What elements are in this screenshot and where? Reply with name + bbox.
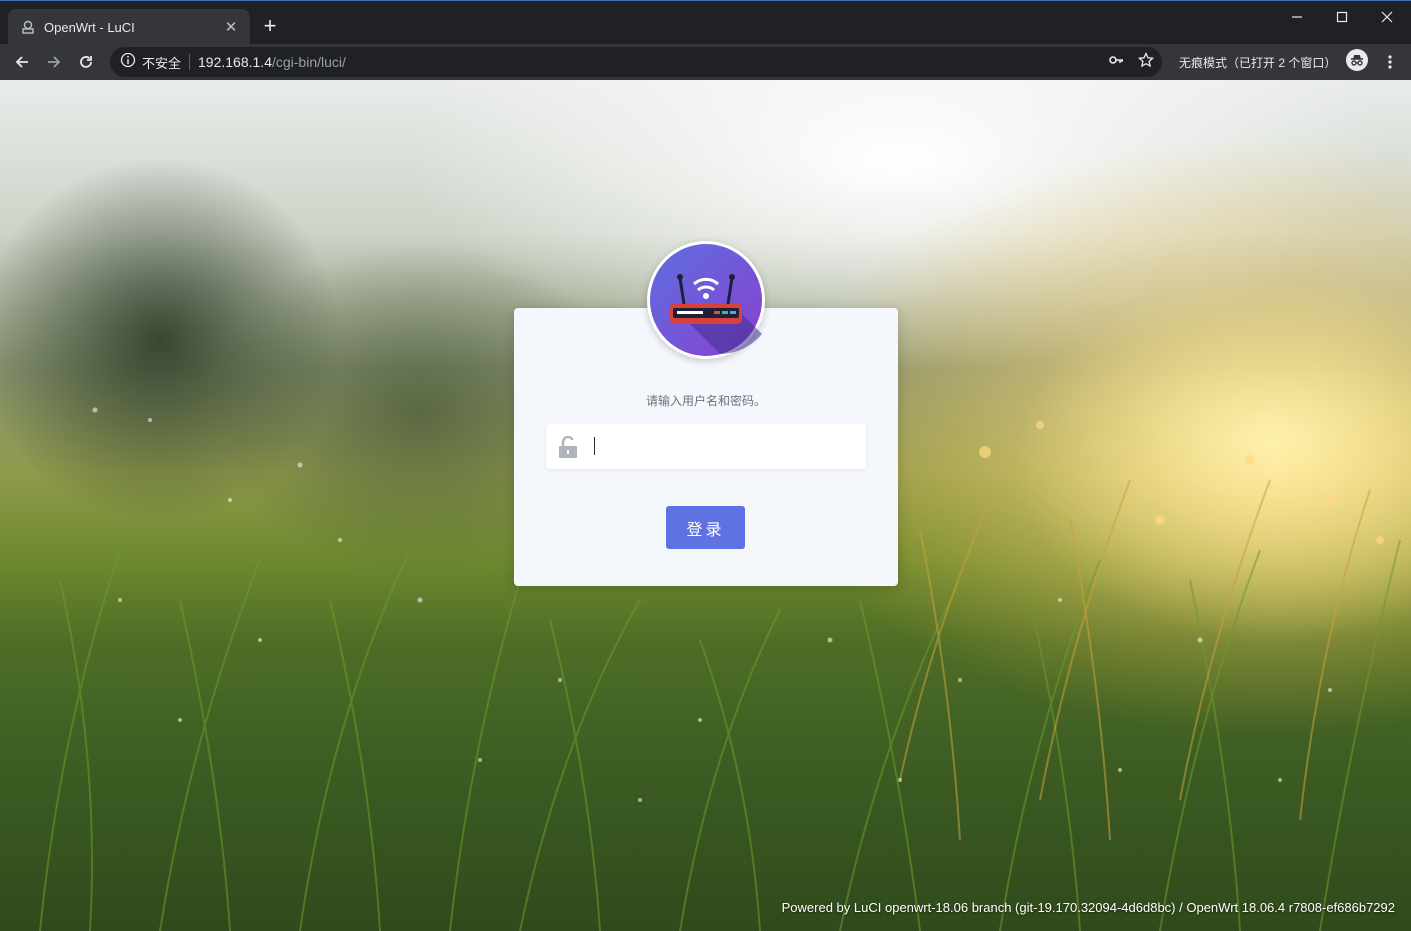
openwrt-link[interactable]: OpenWrt 18.06.4 r7808-ef686b7292	[1186, 900, 1395, 915]
url-path: /cgi-bin/luci/	[271, 54, 346, 70]
more-vert-icon	[1388, 55, 1392, 69]
powered-by-text: Powered by	[781, 900, 854, 915]
incognito-label[interactable]: 无痕模式（已打开 2 个窗口）	[1179, 54, 1336, 71]
forward-button[interactable]	[38, 46, 70, 78]
browser-menu-button[interactable]	[1378, 48, 1402, 76]
bookmark-star-icon[interactable]	[1137, 51, 1155, 73]
browser-title-bar: OpenWrt - LuCI ✕ +	[0, 0, 1411, 45]
password-input[interactable]	[590, 424, 866, 469]
openwrt-favicon-icon	[20, 19, 36, 35]
luci-link[interactable]: LuCI openwrt-18.06 branch (git-19.170.32…	[854, 900, 1176, 915]
password-field-wrapper	[546, 424, 866, 469]
back-button[interactable]	[6, 46, 38, 78]
login-prompt: 请输入用户名和密码。	[645, 394, 766, 408]
unlock-icon	[546, 424, 590, 469]
reload-icon	[80, 56, 92, 68]
address-bar[interactable]: 不安全 192.168.1.4 /cgi-bin/luci/	[110, 47, 1162, 77]
reload-button[interactable]	[70, 46, 102, 78]
maximize-window-button[interactable]	[1319, 3, 1365, 31]
url-host: 192.168.1.4	[198, 54, 272, 70]
browser-tab[interactable]: OpenWrt - LuCI ✕	[8, 9, 250, 45]
forward-arrow-icon	[48, 56, 61, 68]
text-caret	[594, 437, 595, 455]
page-footer: Powered by LuCI openwrt-18.06 branch (gi…	[782, 900, 1395, 915]
router-logo	[647, 241, 765, 359]
divider	[189, 54, 191, 70]
footer-separator: /	[1175, 900, 1187, 915]
tab-title: OpenWrt - LuCI	[44, 19, 135, 35]
incognito-icon[interactable]	[1346, 49, 1368, 71]
back-arrow-icon	[15, 56, 28, 68]
info-icon[interactable]	[120, 52, 136, 73]
tab-close-icon[interactable]: ✕	[222, 18, 240, 36]
browser-toolbar: 不安全 192.168.1.4 /cgi-bin/luci/ 无痕模式（已打开 …	[0, 44, 1411, 80]
login-button[interactable]: 登录	[666, 506, 745, 549]
key-icon[interactable]	[1108, 52, 1124, 73]
minimize-window-button[interactable]	[1274, 3, 1320, 31]
security-status[interactable]: 不安全	[142, 53, 181, 72]
router-icon	[650, 244, 762, 356]
new-tab-button[interactable]: +	[258, 15, 282, 39]
login-page: 请输入用户名和密码。 登录 Powered by LuCI openwrt-18…	[0, 80, 1411, 931]
close-window-button[interactable]	[1364, 3, 1410, 31]
